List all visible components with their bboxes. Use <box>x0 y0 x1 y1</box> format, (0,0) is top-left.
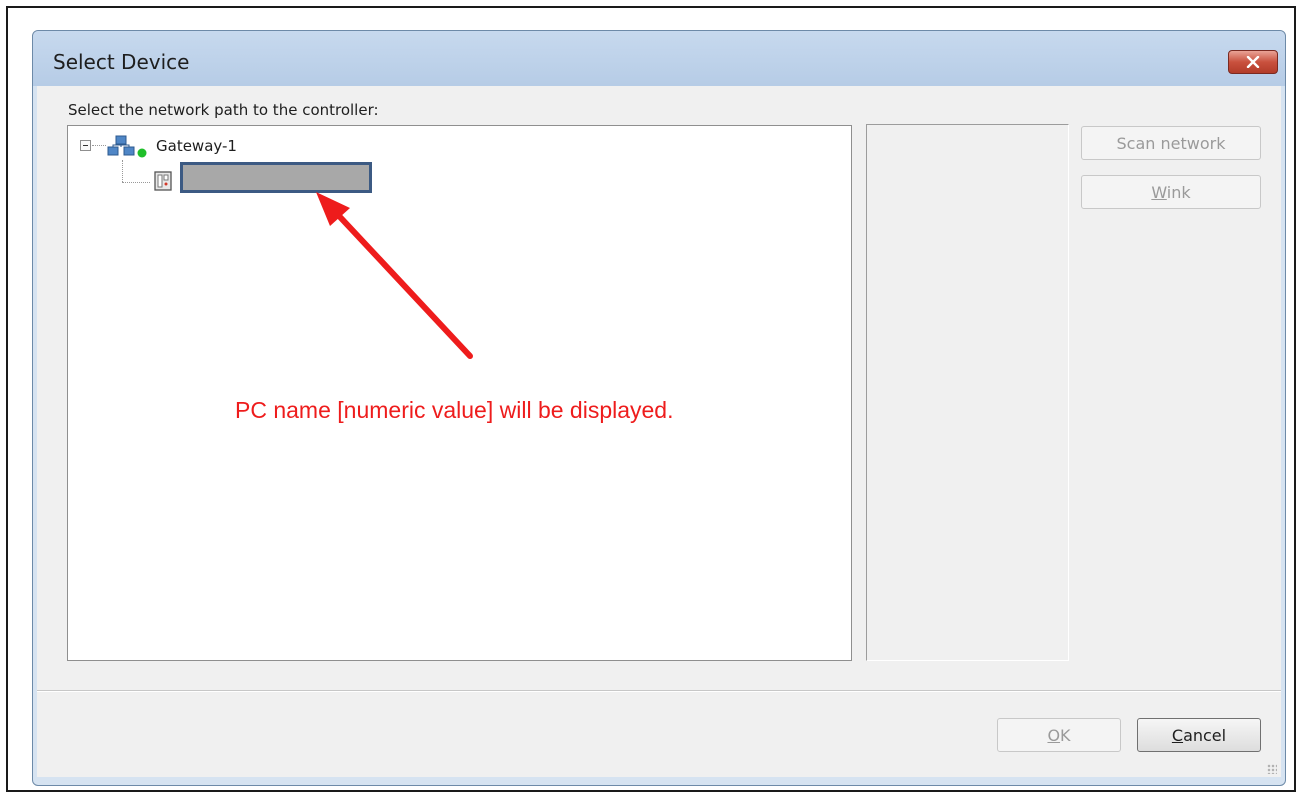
cancel-mnemonic: C <box>1171 725 1184 745</box>
close-icon <box>1246 56 1260 68</box>
dialog-content: Select the network path to the controlle… <box>37 86 1281 777</box>
resize-grip-icon[interactable] <box>1267 764 1277 774</box>
ok-label-rest: K <box>1060 725 1071 745</box>
cancel-button[interactable]: Cancel <box>1137 718 1261 752</box>
close-button[interactable] <box>1228 50 1278 74</box>
network-tree[interactable]: Gateway-1 PC name [numeric value] will b… <box>67 125 852 661</box>
cancel-label: Cancel <box>1172 726 1226 745</box>
tree-connector <box>122 160 123 182</box>
annotation-arrow <box>316 192 473 359</box>
select-device-dialog: Select Device Select the network path to… <box>32 30 1286 786</box>
annotation-text: PC name [numeric value] will be displaye… <box>235 397 674 423</box>
tree-connector <box>122 182 150 183</box>
ok-button[interactable]: OK <box>997 718 1121 752</box>
dialog-title: Select Device <box>53 50 190 74</box>
device-detail-panel <box>866 124 1069 661</box>
tree-connector <box>92 145 106 146</box>
wink-button[interactable]: Wink <box>1081 175 1261 209</box>
network-gateway-icon <box>107 135 147 158</box>
pc-icon <box>154 171 172 191</box>
scan-network-label: Scan network <box>1116 133 1226 153</box>
network-path-label: Select the network path to the controlle… <box>68 101 379 119</box>
wink-mnemonic: W <box>1151 182 1167 202</box>
footer-separator <box>37 690 1281 692</box>
collapse-toggle-icon[interactable] <box>80 140 91 151</box>
tree-item-gateway[interactable]: Gateway-1 <box>156 137 237 155</box>
wink-label-rest: ink <box>1166 182 1191 202</box>
title-bar[interactable]: Select Device <box>33 31 1285 86</box>
wink-label: Wink <box>1151 183 1190 202</box>
cancel-label-rest: ancel <box>1183 725 1227 745</box>
ok-label: OK <box>1047 726 1070 745</box>
scan-network-button[interactable]: Scan network <box>1081 126 1261 160</box>
ok-mnemonic: O <box>1047 725 1061 745</box>
